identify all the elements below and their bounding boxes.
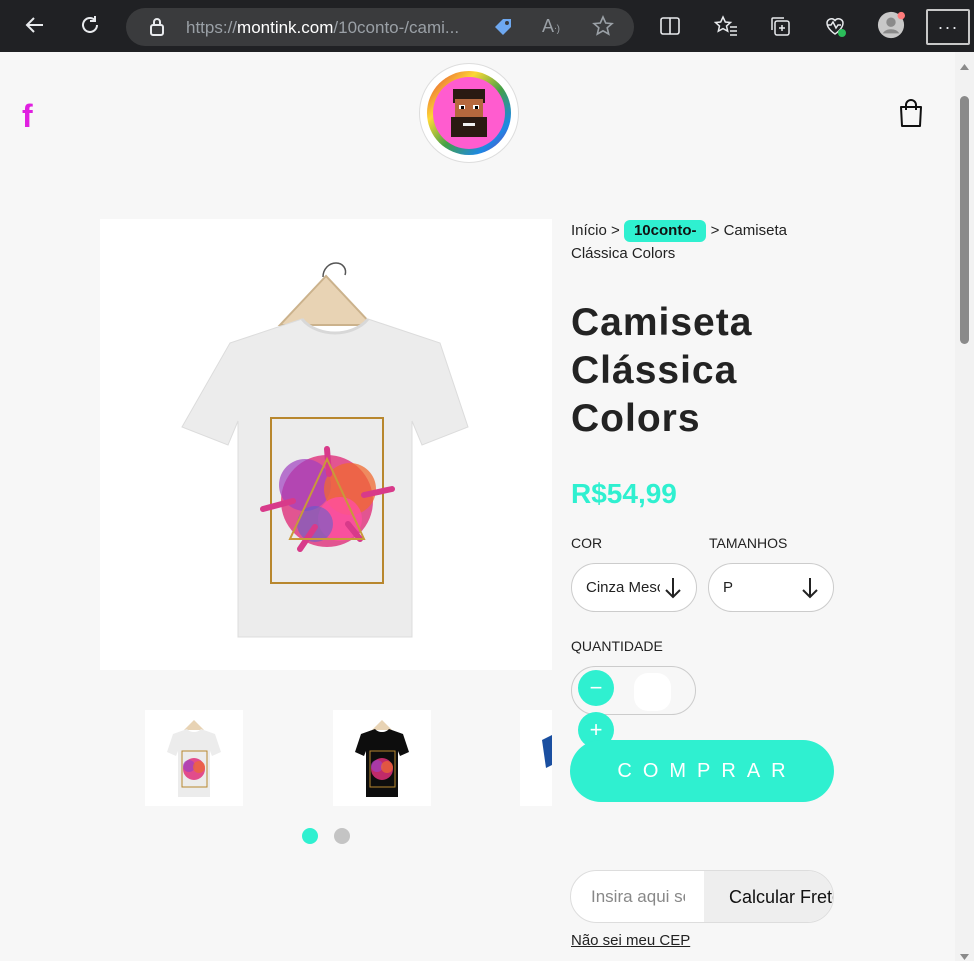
url-text[interactable]: https://montink.com/10conto-/cami... — [186, 18, 459, 38]
size-select[interactable]: P — [708, 563, 834, 612]
arrow-down-icon — [664, 576, 682, 605]
breadcrumb: Início > 10conto- > Camiseta Clássica Co… — [571, 219, 821, 265]
more-menu-button[interactable]: ··· — [926, 9, 970, 45]
calculate-shipping-button[interactable]: Calcular Frete — [704, 871, 833, 922]
refresh-icon[interactable] — [75, 10, 105, 40]
size-select-value: P — [723, 579, 734, 596]
profile-avatar-icon[interactable] — [877, 11, 905, 39]
size-label: TAMANHOS — [709, 535, 788, 551]
scroll-down-icon[interactable] — [960, 948, 969, 960]
favorite-star-icon[interactable] — [592, 15, 614, 42]
scroll-up-icon[interactable] — [960, 58, 969, 70]
store-logo[interactable] — [419, 63, 519, 163]
carousel-dot-active[interactable] — [302, 828, 318, 844]
cep-input[interactable]: Insira aqui seu CEP — [591, 887, 685, 907]
breadcrumb-category[interactable]: 10conto- — [623, 220, 707, 242]
page-scrollbar[interactable] — [955, 52, 974, 961]
coupon-tag-icon[interactable] — [492, 16, 514, 43]
shopping-bag-icon[interactable] — [898, 98, 924, 133]
shipping-calculator: Insira aqui seu CEP Calcular Frete — [570, 870, 834, 923]
quantity-decrease-button[interactable]: − — [578, 670, 614, 706]
product-title: Camiseta Clássica Colors — [571, 301, 753, 440]
unknown-cep-link[interactable]: Não sei meu CEP — [571, 932, 690, 949]
quantity-input[interactable] — [634, 673, 671, 711]
back-icon[interactable] — [20, 10, 50, 40]
lock-icon[interactable] — [148, 17, 166, 42]
product-price: R$54,99 — [571, 478, 677, 509]
facebook-icon[interactable]: f — [22, 98, 33, 135]
scrollbar-thumb[interactable] — [960, 96, 969, 344]
collections-icon[interactable] — [766, 12, 794, 40]
color-select[interactable]: Cinza Mescla — [571, 563, 697, 612]
breadcrumb-separator: > — [710, 222, 720, 239]
thumbnail-black-shirt[interactable] — [333, 710, 431, 806]
favorites-icon[interactable] — [712, 12, 740, 40]
thumbnail-blue-shirt[interactable] — [520, 710, 552, 806]
quantity-label: QUANTIDADE — [571, 638, 663, 654]
color-label: COR — [571, 535, 603, 551]
buy-button[interactable]: COMPRAR — [570, 740, 834, 802]
arrow-down-icon — [801, 576, 819, 605]
read-aloud-icon[interactable]: Aᐧ) — [542, 16, 560, 37]
address-bar[interactable]: https://montink.com/10conto-/cami... Aᐧ) — [126, 8, 634, 46]
breadcrumb-separator: > — [611, 222, 620, 239]
color-select-value: Cinza Mescla — [586, 579, 660, 596]
thumbnail-white-shirt[interactable] — [145, 710, 243, 806]
product-page: f Início > 10conto- > Camiseta Clássica … — [0, 52, 955, 961]
breadcrumb-home[interactable]: Início — [571, 222, 607, 239]
product-main-image[interactable] — [100, 219, 552, 670]
browser-essentials-icon[interactable] — [821, 12, 849, 40]
split-screen-icon[interactable] — [656, 12, 684, 40]
carousel-dot[interactable] — [334, 828, 350, 844]
browser-toolbar: https://montink.com/10conto-/cami... Aᐧ)… — [0, 0, 974, 52]
